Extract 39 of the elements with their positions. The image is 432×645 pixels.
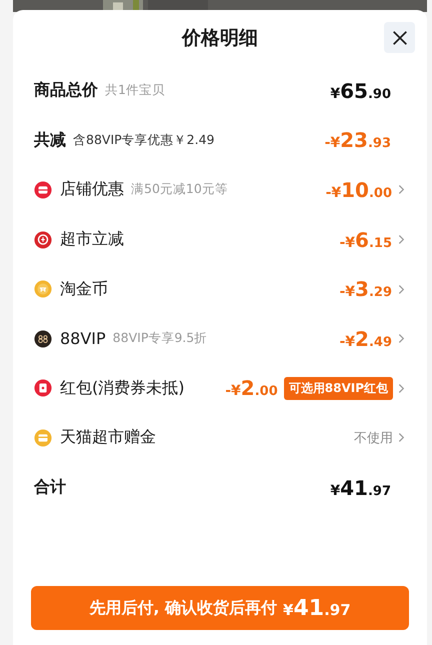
coupon-icon: [34, 230, 52, 249]
row-note: 共1件宝贝: [105, 82, 165, 100]
row-label: 共减: [34, 130, 66, 151]
amount: -¥3.29: [339, 277, 392, 302]
row-note: 88VIP专享9.5折: [112, 330, 208, 348]
close-button[interactable]: [384, 22, 415, 53]
row-note: 满50元减10元等: [131, 181, 228, 198]
chevron-right-icon: [398, 184, 405, 196]
amount: -¥6.15: [339, 228, 392, 252]
amount: -¥2.00: [225, 376, 278, 400]
chevron-right-icon: [398, 284, 405, 295]
coin-icon: [34, 280, 52, 298]
row-label: 超市立减: [60, 229, 124, 250]
voucher-tag[interactable]: 可选用88VIP红包: [284, 376, 393, 400]
close-icon: [390, 28, 408, 46]
shop-icon: [34, 180, 52, 199]
chevron-right-icon: [398, 234, 405, 246]
chevron-right-icon: [398, 432, 405, 444]
amount: -¥23.93: [324, 128, 391, 152]
row-label: 红包(消费券未抵): [60, 378, 184, 399]
amount: ¥65.90: [330, 78, 391, 103]
option-value[interactable]: 不使用: [354, 428, 393, 447]
amount: -¥2.49: [339, 326, 392, 351]
row-label: 淘金币: [60, 278, 108, 300]
sheet-title: 价格明细: [182, 26, 258, 51]
amount: -¥10.00: [326, 178, 392, 202]
chevron-right-icon: [398, 382, 405, 394]
envelope-icon: [34, 379, 52, 398]
row-label: 店铺优惠: [60, 179, 124, 200]
membership-icon: [34, 330, 52, 348]
row-label: 合计: [34, 477, 66, 498]
row-label: 商品总价: [34, 80, 98, 102]
wallet-icon: [34, 428, 52, 447]
pay-button[interactable]: 先用后付, 确认收货后再付 ¥41.97: [31, 586, 409, 630]
amount: ¥41.97: [330, 476, 391, 500]
row-note: 含88VIP专享优惠￥2.49: [73, 132, 215, 149]
row-label: 88VIP: [60, 329, 106, 348]
chevron-right-icon: [398, 333, 405, 344]
row-label: 天猫超市赠金: [60, 427, 156, 448]
